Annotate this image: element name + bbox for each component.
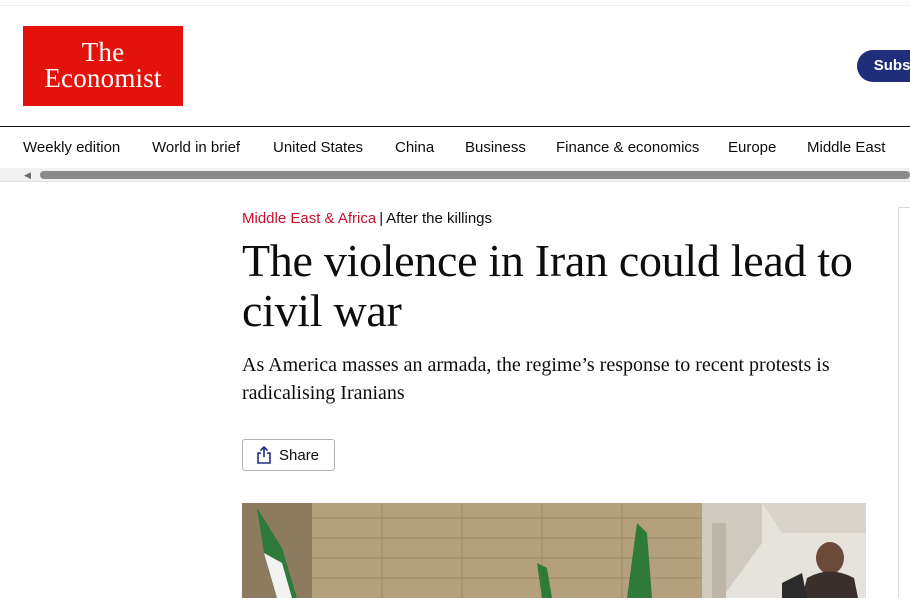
nav-item-china[interactable]: China: [395, 139, 434, 156]
rubric-separator: |: [379, 210, 384, 227]
subscribe-button[interactable]: Subscribe: [857, 50, 910, 82]
nav-item-weekly-edition[interactable]: Weekly edition: [23, 139, 120, 156]
logo-line-economist: Economist: [44, 63, 162, 93]
nav-item-business[interactable]: Business: [465, 139, 526, 156]
nav-horizontal-scrollbar[interactable]: ◀: [0, 168, 910, 182]
article-rubric: Middle East & Africa | After the killings: [242, 210, 492, 227]
economist-logo[interactable]: The Economist: [23, 26, 183, 106]
scroll-left-arrow-icon[interactable]: ◀: [24, 170, 34, 180]
share-button[interactable]: Share: [242, 439, 335, 471]
share-icon: [257, 446, 271, 464]
nav-item-united-states[interactable]: United States: [273, 139, 363, 156]
share-label: Share: [279, 446, 320, 464]
nav-item-finance-economics[interactable]: Finance & economics: [556, 139, 699, 156]
article-flytitle: After the killings: [386, 210, 493, 227]
site-header: The Economist Subscribe: [0, 6, 910, 126]
nav-item-world-in-brief[interactable]: World in brief: [152, 139, 240, 156]
logo-line-the: The: [81, 37, 125, 67]
nav-item-europe[interactable]: Europe: [728, 139, 776, 156]
section-nav: Weekly edition World in brief United Sta…: [0, 126, 910, 170]
article-headline: The violence in Iran could lead to civil…: [242, 235, 853, 336]
right-rail-panel: [898, 207, 910, 598]
nav-item-middle-east[interactable]: Middle East: [807, 139, 885, 156]
article-subheadline: As America masses an armada, the regime’…: [242, 354, 830, 404]
hero-image: [242, 503, 866, 598]
section-link[interactable]: Middle East & Africa: [242, 210, 376, 227]
scrollbar-thumb[interactable]: [40, 171, 910, 179]
